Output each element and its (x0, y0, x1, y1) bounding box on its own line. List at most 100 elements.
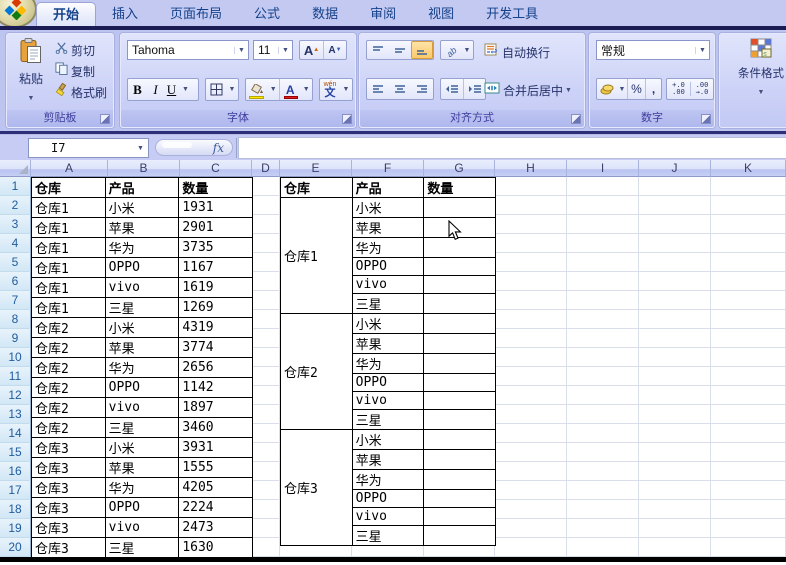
grid-cell-J1[interactable] (639, 177, 711, 196)
format-painter-button[interactable]: 格式刷 (53, 82, 111, 102)
column-header-B[interactable]: B (108, 160, 180, 177)
cell-A8[interactable]: 仓库2 (31, 317, 106, 338)
cell-A7[interactable]: 仓库1 (31, 297, 106, 318)
orientation-button[interactable]: ab (441, 41, 461, 59)
grid-cell-J2[interactable] (639, 196, 711, 215)
row-header-12[interactable]: 12 (0, 386, 31, 405)
grid-cell-J11[interactable] (639, 367, 711, 386)
cell-C14[interactable]: 3931 (178, 437, 253, 458)
cell-F3[interactable]: 苹果 (351, 217, 425, 238)
cell-A18[interactable]: 仓库3 (31, 517, 106, 538)
grid-cell-I13[interactable] (567, 405, 639, 424)
middle-align-button[interactable] (389, 41, 411, 59)
font-color-button[interactable]: A (278, 79, 300, 100)
cell-A12[interactable]: 仓库2 (31, 397, 106, 418)
grid-cell-D11[interactable] (252, 367, 280, 386)
cell-G1[interactable]: 数量 (423, 177, 496, 198)
grid-cell-D8[interactable] (252, 310, 280, 329)
cell-C15[interactable]: 1555 (178, 457, 253, 478)
grid-cell-J18[interactable] (639, 500, 711, 519)
grid-cell-J9[interactable] (639, 329, 711, 348)
cell-C7[interactable]: 1269 (178, 297, 253, 318)
row-header-7[interactable]: 7 (0, 291, 31, 310)
cell-F6[interactable]: vivo (351, 275, 425, 294)
grid-cell-K20[interactable] (711, 538, 786, 557)
column-header-E[interactable]: E (280, 160, 352, 177)
grid-cell-D15[interactable] (252, 443, 280, 462)
grid-cell-D14[interactable] (252, 424, 280, 443)
grid-cell-J19[interactable] (639, 519, 711, 538)
orientation-dropdown[interactable]: ▼ (461, 41, 473, 59)
grid-cell-H7[interactable] (495, 291, 567, 310)
grid-cell-H4[interactable] (495, 234, 567, 253)
accounting-dropdown[interactable]: ▼ (617, 79, 627, 99)
bold-button[interactable]: B (128, 79, 147, 100)
grid-cell-D3[interactable] (252, 215, 280, 234)
cell-A10[interactable]: 仓库2 (31, 357, 106, 378)
grid-cell-H13[interactable] (495, 405, 567, 424)
grid-cell-J3[interactable] (639, 215, 711, 234)
grid-cell-I7[interactable] (567, 291, 639, 310)
cell-F9[interactable]: 苹果 (351, 333, 425, 354)
grid-cell-I18[interactable] (567, 500, 639, 519)
cell-F15[interactable]: 苹果 (351, 449, 425, 470)
column-header-H[interactable]: H (495, 160, 567, 177)
grid-cell-I16[interactable] (567, 462, 639, 481)
increase-indent-button[interactable] (463, 79, 485, 99)
grid-cell-K12[interactable] (711, 386, 786, 405)
grid-cell-K2[interactable] (711, 196, 786, 215)
number-dialog-launcher[interactable] (701, 114, 711, 124)
cell-G12[interactable] (423, 391, 496, 410)
cell-A17[interactable]: 仓库3 (31, 497, 106, 518)
grid-cell-D10[interactable] (252, 348, 280, 367)
increase-decimal-button[interactable]: +.0 .00 (667, 82, 690, 96)
grid-cell-J8[interactable] (639, 310, 711, 329)
grid-cell-D17[interactable] (252, 481, 280, 500)
phonetic-dropdown[interactable]: ▼ (340, 79, 352, 100)
cell-B2[interactable]: 小米 (104, 197, 180, 218)
cell-B16[interactable]: 华为 (104, 477, 180, 498)
cell-B12[interactable]: vivo (104, 397, 180, 418)
cell-E2-merged-仓库1[interactable]: 仓库1 (280, 197, 353, 314)
number-format-combo[interactable]: 常规 ▼ (596, 40, 710, 60)
column-header-K[interactable]: K (711, 160, 786, 177)
grid-cell-D2[interactable] (252, 196, 280, 215)
grid-cell-K1[interactable] (711, 177, 786, 196)
grid-cell-D6[interactable] (252, 272, 280, 291)
grid-cell-J15[interactable] (639, 443, 711, 462)
cell-A13[interactable]: 仓库2 (31, 417, 106, 438)
grid-cell-H15[interactable] (495, 443, 567, 462)
grid-cell-D9[interactable] (252, 329, 280, 348)
cell-B18[interactable]: vivo (104, 517, 180, 538)
grid-cell-D1[interactable] (252, 177, 280, 196)
cell-C2[interactable]: 1931 (178, 197, 253, 218)
cell-C6[interactable]: 1619 (178, 277, 253, 298)
grid-cell-D12[interactable] (252, 386, 280, 405)
column-header-D[interactable]: D (252, 160, 280, 177)
cell-G5[interactable] (423, 257, 496, 276)
grid-cell-K13[interactable] (711, 405, 786, 424)
tab-数据[interactable]: 数据 (296, 2, 354, 26)
column-header-J[interactable]: J (639, 160, 711, 177)
shrink-font-button[interactable]: A ▼ (322, 41, 346, 59)
grid-cell-H3[interactable] (495, 215, 567, 234)
cell-G14[interactable] (423, 429, 496, 450)
cell-B1[interactable]: 产品 (104, 177, 180, 198)
grid-cell-J16[interactable] (639, 462, 711, 481)
grid-cell-K19[interactable] (711, 519, 786, 538)
cell-A14[interactable]: 仓库3 (31, 437, 106, 458)
cell-C9[interactable]: 3774 (178, 337, 253, 358)
cell-F14[interactable]: 小米 (351, 429, 425, 450)
grid-cell-D20[interactable] (252, 538, 280, 557)
row-header-6[interactable]: 6 (0, 272, 31, 291)
grid-cell-I10[interactable] (567, 348, 639, 367)
underline-dropdown[interactable]: ▼ (179, 79, 192, 100)
cell-C1[interactable]: 数量 (178, 177, 253, 198)
grid-cell-K10[interactable] (711, 348, 786, 367)
cell-A5[interactable]: 仓库1 (31, 257, 106, 278)
grid-cell-I5[interactable] (567, 253, 639, 272)
grid-cell-K7[interactable] (711, 291, 786, 310)
fill-color-button[interactable] (246, 79, 267, 100)
tab-开发工具[interactable]: 开发工具 (470, 2, 554, 26)
cell-F17[interactable]: OPPO (351, 489, 425, 508)
